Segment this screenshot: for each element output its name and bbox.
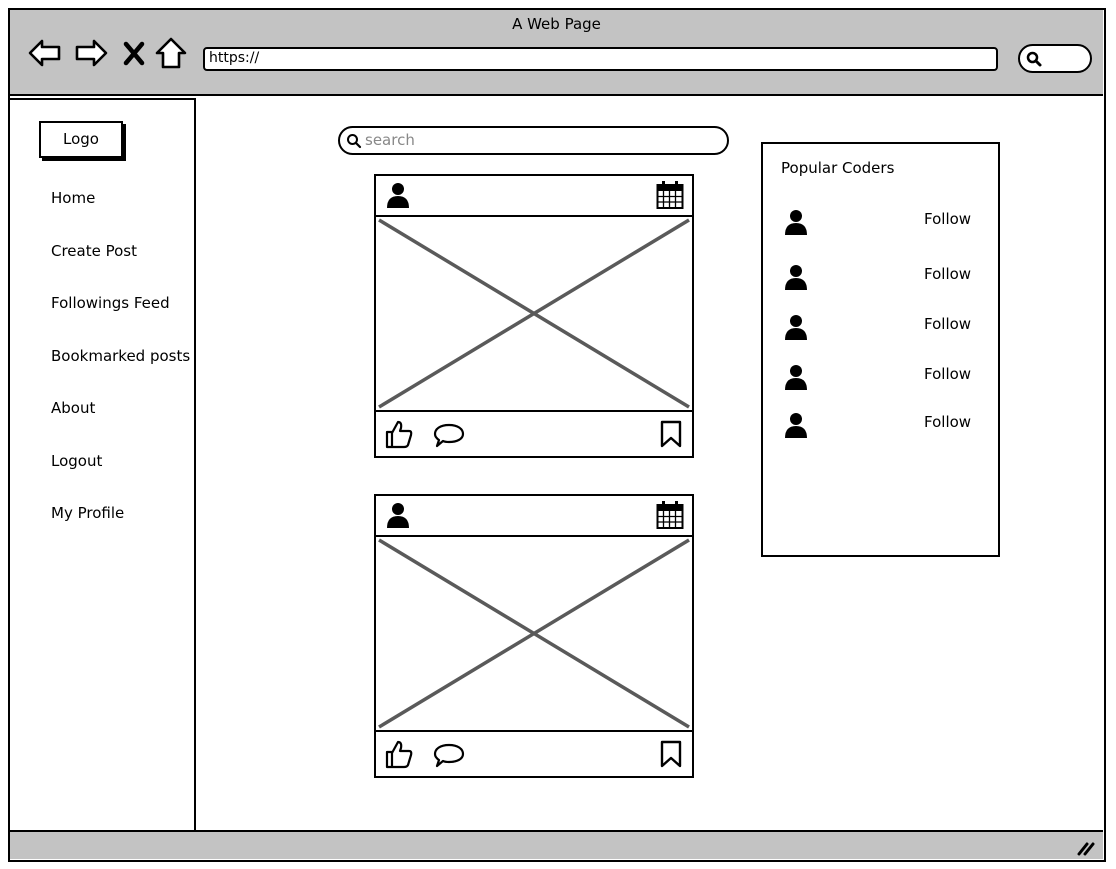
bookmark-icon[interactable]: [660, 740, 682, 768]
user-icon: [784, 263, 808, 291]
follow-button[interactable]: Follow: [924, 315, 971, 333]
coder-row: Follow: [763, 263, 998, 293]
sidebar-item-logout[interactable]: Logout: [51, 452, 102, 470]
follow-button[interactable]: Follow: [924, 365, 971, 383]
post-header: [376, 176, 692, 217]
post-card: [374, 494, 694, 778]
sidebar-item-my-profile[interactable]: My Profile: [51, 504, 124, 522]
sidebar-item-bookmarked-posts[interactable]: Bookmarked posts: [51, 347, 190, 365]
follow-button[interactable]: Follow: [924, 413, 971, 431]
search-icon: [1026, 51, 1042, 67]
comment-bubble-icon[interactable]: [433, 743, 465, 769]
post-header: [376, 496, 692, 537]
sidebar-item-about[interactable]: About: [51, 399, 95, 417]
resize-grip-icon[interactable]: [1077, 840, 1095, 856]
status-bar: [10, 830, 1103, 859]
bookmark-icon[interactable]: [660, 420, 682, 448]
search-icon: [347, 134, 362, 149]
user-icon[interactable]: [386, 501, 410, 529]
home-icon[interactable]: [154, 36, 188, 70]
forward-arrow-icon[interactable]: [73, 36, 109, 70]
coder-row: Follow: [763, 411, 998, 441]
stop-x-icon[interactable]: [122, 36, 146, 70]
user-icon[interactable]: [386, 181, 410, 209]
calendar-icon[interactable]: [656, 180, 684, 210]
follow-button[interactable]: Follow: [924, 265, 971, 283]
logo-button[interactable]: Logo: [39, 121, 123, 158]
user-icon: [784, 363, 808, 391]
calendar-icon[interactable]: [656, 500, 684, 530]
sidebar: Logo Home Create Post Followings Feed Bo…: [10, 98, 196, 832]
post-footer: [376, 732, 692, 778]
comment-bubble-icon[interactable]: [433, 423, 465, 449]
user-icon: [784, 411, 808, 439]
like-thumb-icon[interactable]: [385, 419, 413, 449]
url-input[interactable]: https://: [203, 47, 998, 71]
browser-window: A Web Page https:// Logo Home Create Pos…: [8, 8, 1106, 862]
follow-button[interactable]: Follow: [924, 210, 971, 228]
like-thumb-icon[interactable]: [385, 739, 413, 769]
post-image-placeholder: [376, 537, 692, 732]
coder-row: Follow: [763, 363, 998, 393]
popular-coders-title: Popular Coders: [781, 159, 895, 177]
window-title: A Web Page: [512, 15, 601, 33]
sidebar-item-create-post[interactable]: Create Post: [51, 242, 137, 260]
user-icon: [784, 208, 808, 236]
coder-row: Follow: [763, 208, 998, 238]
back-arrow-icon[interactable]: [27, 36, 63, 70]
sidebar-item-followings-feed[interactable]: Followings Feed: [51, 294, 170, 312]
browser-toolbar: A Web Page https://: [10, 10, 1103, 96]
user-icon: [784, 313, 808, 341]
post-image-placeholder: [376, 217, 692, 412]
coder-row: Follow: [763, 313, 998, 343]
sidebar-item-home[interactable]: Home: [51, 189, 95, 207]
post-footer: [376, 412, 692, 458]
browser-search-button[interactable]: [1018, 44, 1092, 73]
popular-coders-panel: Popular Coders Follow Follow Follow Foll…: [761, 142, 1000, 557]
search-input[interactable]: search: [338, 126, 729, 155]
search-placeholder: search: [365, 131, 415, 149]
post-card: [374, 174, 694, 458]
